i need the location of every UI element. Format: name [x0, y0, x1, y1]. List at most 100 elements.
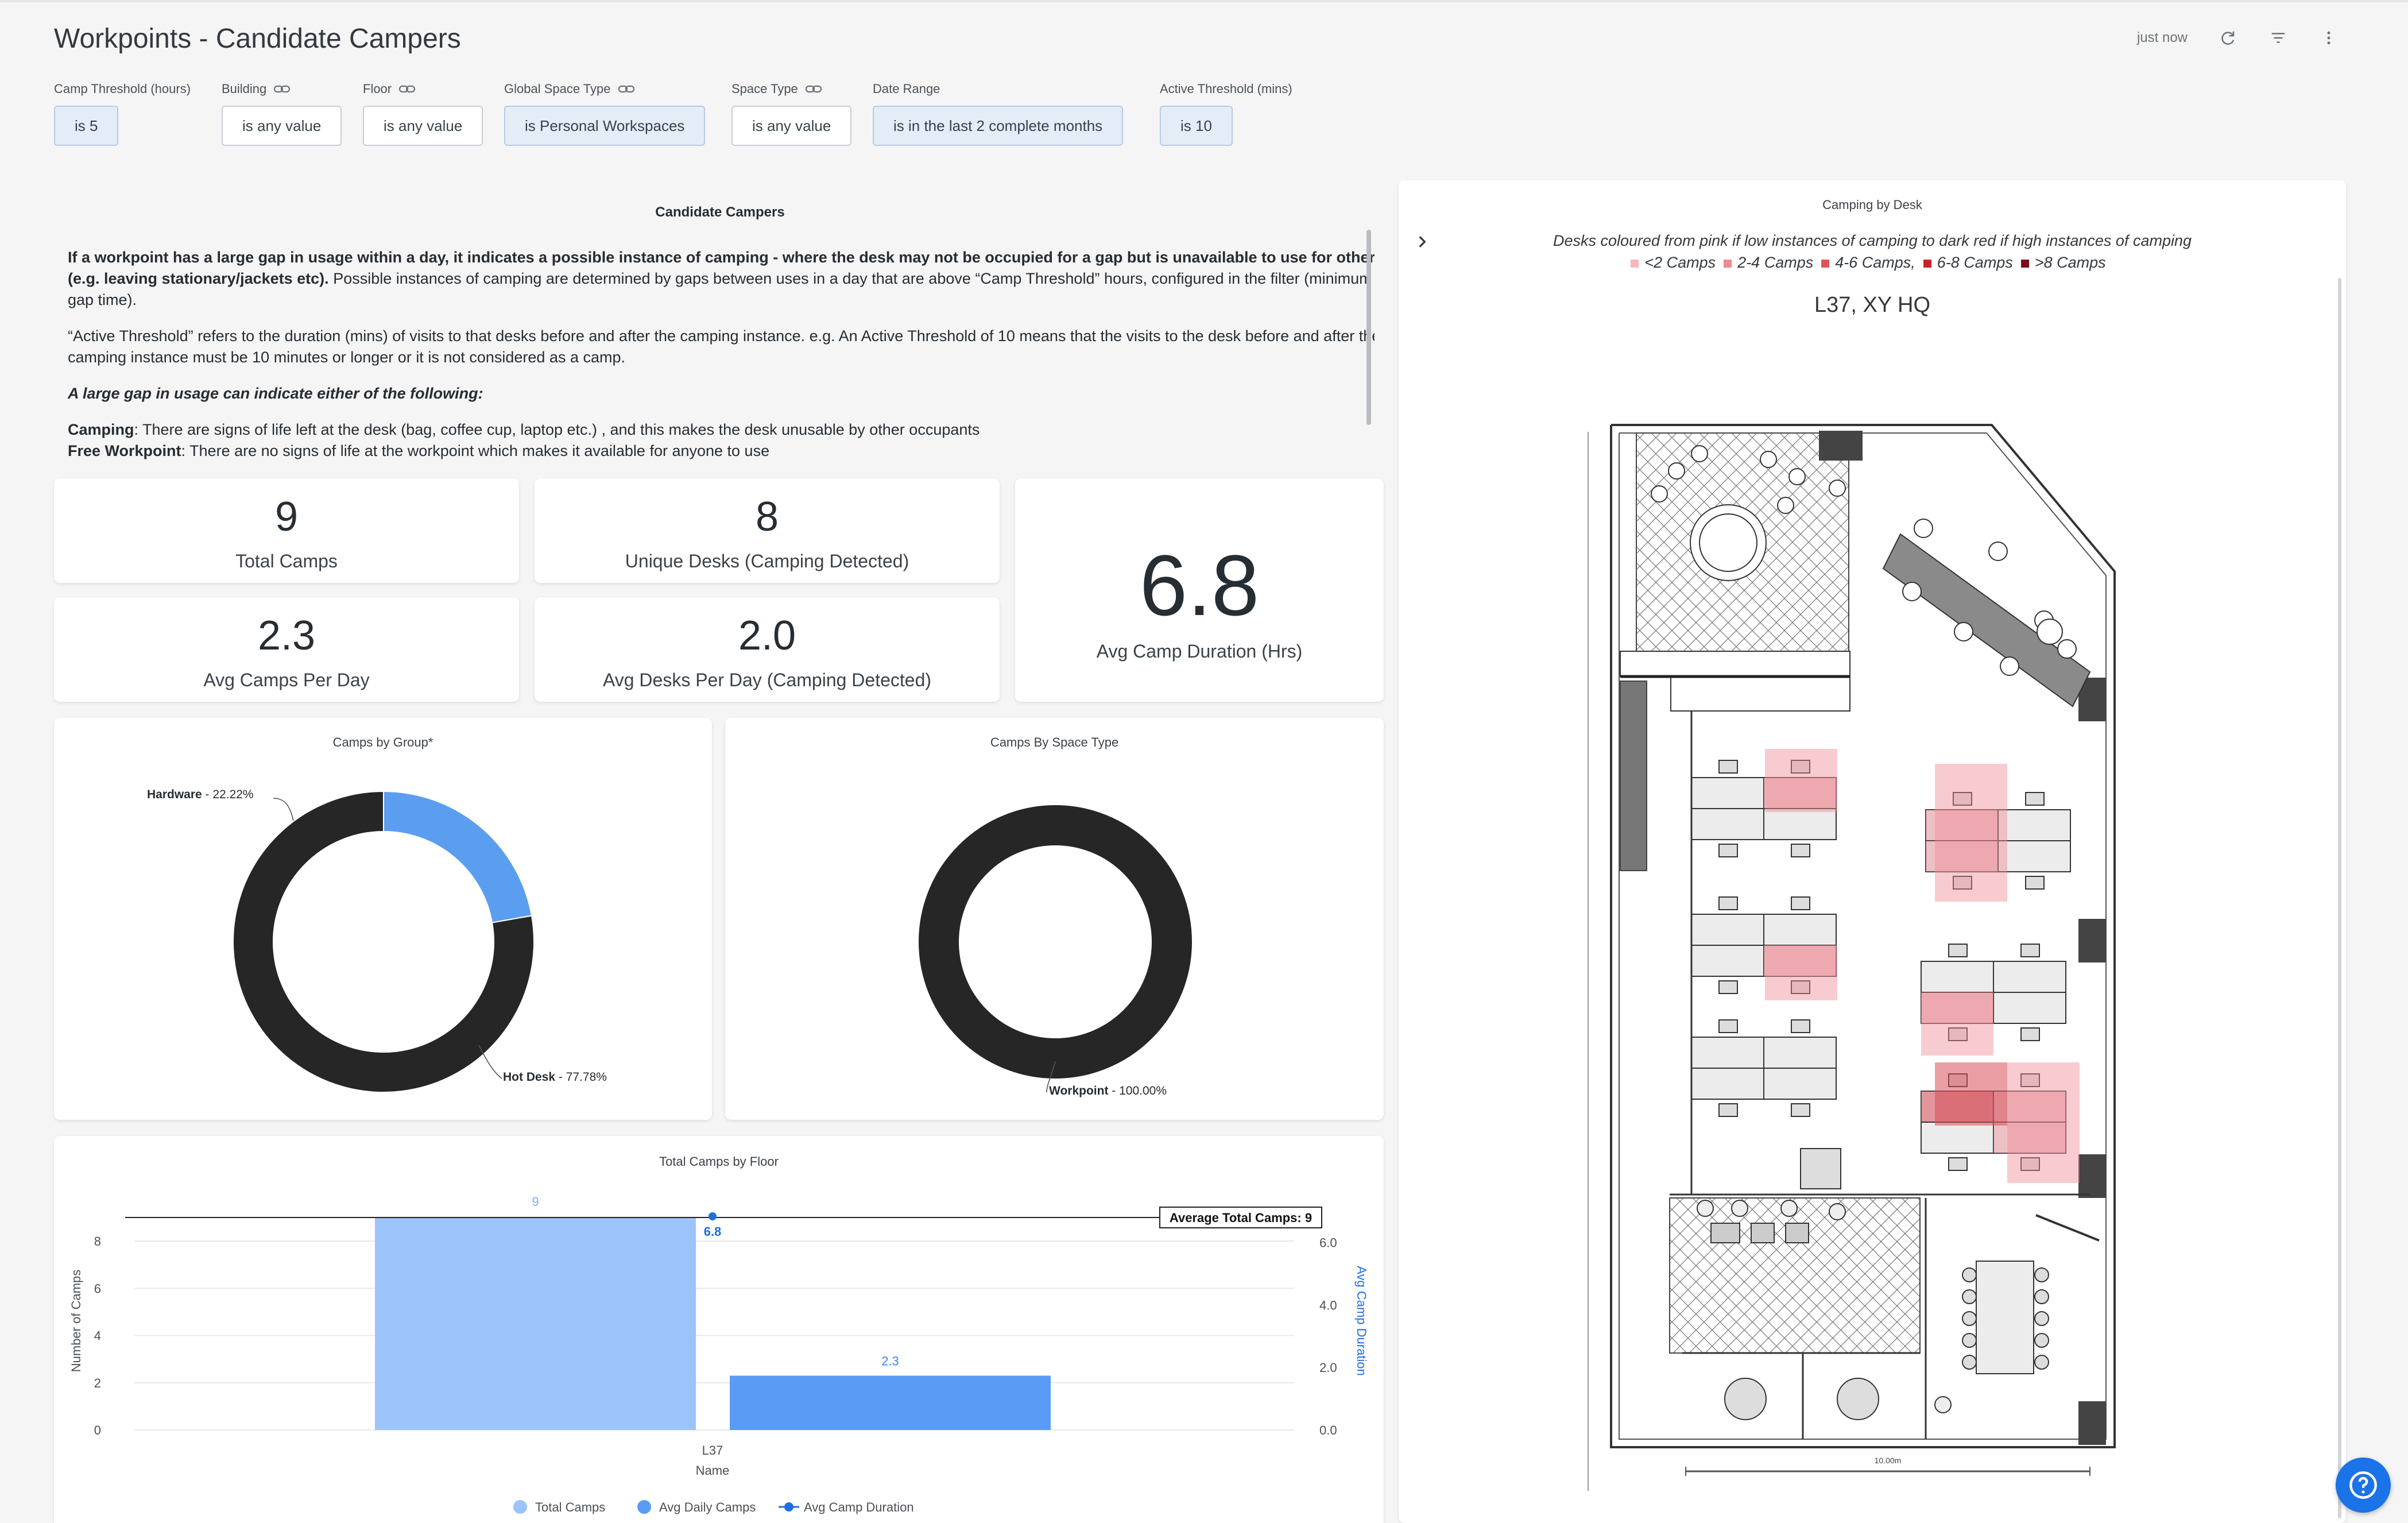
filter-label: Space Type — [731, 82, 798, 96]
y2-tick-label: 0.0 — [1319, 1423, 1337, 1437]
plan-scale-label: 10.00m — [1875, 1456, 1902, 1465]
plan-column — [2078, 1401, 2106, 1445]
plan-stool — [1788, 468, 1806, 485]
plan-counter — [1620, 651, 1850, 677]
kpi-label: Avg Desks Per Day (Camping Detected) — [602, 670, 932, 690]
y-axis-label: Number of Camps — [69, 1270, 83, 1373]
filter-floor-chip[interactable]: is any value — [363, 106, 483, 146]
slice-label-value: - 22.22% — [202, 788, 254, 801]
plan-chair — [1718, 844, 1738, 857]
plan-chair — [1962, 1333, 1977, 1348]
plan-desk — [1763, 1037, 1837, 1069]
plan-plant — [1697, 1200, 1714, 1217]
plan-stool — [2057, 639, 2077, 659]
plan-chair — [1962, 1267, 1977, 1282]
x-tick-label: L37 — [702, 1443, 723, 1458]
bar-total-camps — [375, 1217, 696, 1430]
kpi-label: Total Camps — [235, 551, 338, 571]
slice-label: Hardware - 22.22% — [147, 788, 254, 801]
plan-meeting-table — [1976, 1261, 2034, 1374]
plan-desk — [1763, 808, 1837, 840]
plan-chair — [1718, 760, 1738, 774]
line-point-avg-camp-duration — [709, 1212, 717, 1220]
filter-building: Building is any value — [222, 80, 342, 146]
plan-chair — [2025, 876, 2045, 890]
plan-desk — [1691, 945, 1764, 977]
kpi-avg-desks-per-day: 2.0 Avg Desks Per Day (Camping Detected) — [535, 597, 1000, 702]
plan-booth-table — [1724, 1378, 1767, 1420]
plan-desk — [1993, 961, 2066, 993]
more-options-icon[interactable] — [2318, 28, 2339, 48]
dashboard-page: Workpoints - Candidate Campers just now … — [0, 0, 2408, 1523]
camps-by-group-card: Camps by Group* Hardware - 22.22% Hot Des… — [54, 718, 712, 1120]
plan-chair — [1791, 896, 1810, 910]
plan-desk-camping-highlight — [1935, 1062, 2007, 1126]
camps-by-group-donut: Hardware - 22.22% Hot Desk - 77.78% — [147, 788, 607, 1093]
plan-column — [2078, 919, 2106, 962]
reference-line-label: Average Total Camps: 9 — [1170, 1211, 1312, 1225]
plan-stool — [1902, 582, 1922, 601]
floor-plan-map: 10.00m — [1588, 424, 2116, 1491]
plan-chair — [1791, 1103, 1810, 1117]
top-border — [0, 0, 2408, 2]
intro-paragraph: “Active Threshold” refers to the duratio… — [68, 327, 1375, 366]
intro-bold-text: Camping — [68, 421, 134, 438]
refresh-icon[interactable] — [2217, 28, 2238, 48]
legend-label: Avg Camp Duration — [804, 1500, 914, 1514]
intro-scrollbar[interactable] — [1366, 230, 1371, 425]
plan-chair — [1718, 980, 1738, 994]
plan-stool — [1777, 497, 1794, 514]
plan-desk-camping-highlight — [2007, 1062, 2080, 1183]
plan-desk-camping-highlight — [1921, 992, 1993, 1056]
slice-label-value: - 77.78% — [555, 1070, 607, 1084]
intro-title: Candidate Campers — [655, 204, 785, 220]
intro-paragraph: Camping: There are signs of life left at… — [68, 419, 1375, 440]
filter-date-range-chip[interactable]: is in the last 2 complete months — [873, 106, 1124, 146]
last-updated-text: just now — [2136, 30, 2188, 45]
plan-desk-camping-highlight — [1765, 945, 1837, 1000]
plan-counter-lower — [1670, 676, 1850, 712]
plan-sofa — [1710, 1223, 1740, 1243]
plan-chair — [1791, 844, 1810, 857]
slice-label: Workpoint - 100.00% — [1049, 1084, 1167, 1097]
kpi-value: 2.0 — [738, 613, 796, 659]
slice-label-name: Hardware — [147, 788, 202, 801]
y2-tick-label: 6.0 — [1319, 1236, 1337, 1250]
camps-by-space-type-card: Camps By Space Type Workpoint - 100.00% — [725, 718, 1384, 1120]
donut-slice — [383, 790, 533, 923]
plan-sofa — [1751, 1223, 1775, 1243]
intro-paragraph: A large gap in usage can indicate either… — [68, 383, 1375, 404]
plan-plant — [1731, 1200, 1748, 1217]
intro-paragraph: If a workpoint has a large gap in usage … — [68, 247, 1375, 311]
link-icon — [399, 85, 416, 93]
intro-text: : There are signs of life left at the de… — [134, 421, 980, 438]
filter-building-chip[interactable]: is any value — [222, 106, 342, 146]
data-label: 6.8 — [704, 1224, 722, 1239]
camps-by-space-type-donut: Workpoint - 100.00% — [919, 805, 1192, 1097]
kpi-value: 9 — [274, 494, 299, 540]
filter-active-threshold-chip[interactable]: is 10 — [1160, 106, 1233, 146]
filter-label: Date Range — [873, 82, 940, 96]
y-tick-label: 6 — [94, 1281, 101, 1296]
filter-space-type-chip[interactable]: is any value — [731, 106, 852, 146]
plan-stool — [1954, 622, 1973, 641]
y2-axis-label: Avg Camp Duration — [1354, 1266, 1369, 1376]
legend-marker — [637, 1500, 651, 1514]
kpi-avg-camp-duration: 6.8 Avg Camp Duration (Hrs) — [1015, 478, 1384, 702]
plan-round-table-small — [2037, 619, 2063, 645]
plan-booth-table — [1837, 1378, 1879, 1420]
plan-desk — [1997, 840, 2071, 872]
filter-floor: Floor is any value — [363, 80, 483, 146]
plan-stool — [1988, 542, 2008, 561]
filter-camp-threshold-chip[interactable]: is 5 — [54, 106, 119, 146]
filter-icon[interactable] — [2268, 28, 2289, 48]
link-icon — [274, 85, 291, 93]
plan-desk — [1691, 808, 1764, 840]
data-label: 9 — [532, 1195, 539, 1209]
plan-round-table — [1690, 504, 1767, 581]
help-button[interactable] — [2336, 1458, 2391, 1513]
link-icon — [805, 85, 822, 93]
legend-marker-dot — [784, 1502, 793, 1512]
plan-printer — [1800, 1148, 1841, 1189]
filter-global-space-type-chip[interactable]: is Personal Workspaces — [504, 106, 706, 146]
